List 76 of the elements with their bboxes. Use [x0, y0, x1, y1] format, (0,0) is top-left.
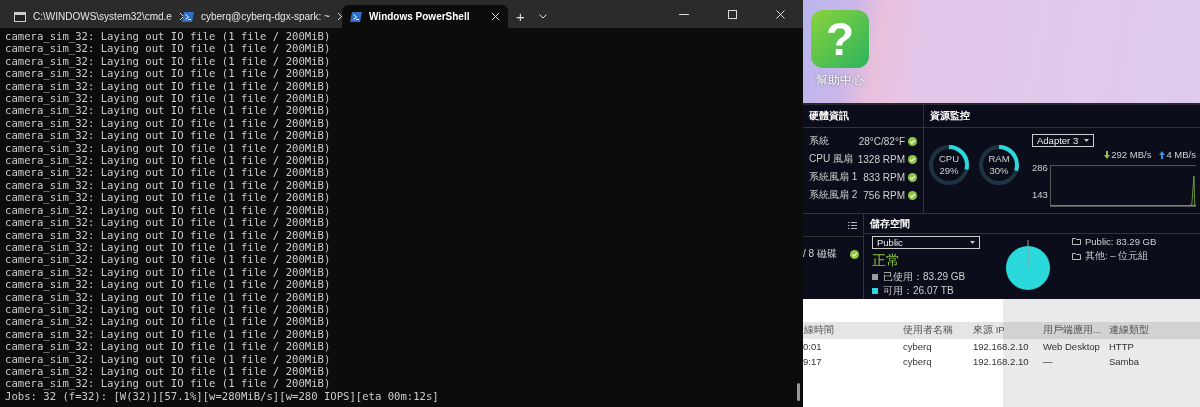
- sensor-value: 833 RPM: [863, 171, 905, 183]
- adapter-dropdown[interactable]: Adapter 3: [1032, 134, 1094, 147]
- new-tab-button[interactable]: +: [510, 4, 531, 28]
- gauge-value: 29%: [939, 165, 959, 177]
- volume-dropdown[interactable]: Public: [872, 236, 980, 249]
- table-cell-text: Web Desktop: [1043, 341, 1101, 352]
- terminal-line: camera_sim_32: Laying out IO file (1 file / 200MiB): [5, 67, 331, 80]
- terminal-line: camera_sim_32: Laying out IO file (1 file / 200MiB): [5, 141, 331, 155]
- terminal-line: camera_sim_32: Laying out IO file (1 file / 200MiB): [5, 54, 331, 68]
- gauge-label: RAM: [988, 153, 1010, 165]
- sensor-name: CPU 風扇: [809, 152, 854, 166]
- terminal-tab[interactable]: Windows PowerShell: [342, 5, 508, 28]
- table-cell-text: Samba: [1109, 356, 1141, 367]
- sensor-value: 1328 RPM: [857, 153, 905, 165]
- card-title: 資源監控: [930, 109, 970, 123]
- sensor-name: 系統風扇 2: [809, 188, 859, 202]
- terminal-tab[interactable]: cyberq@cyberq-dgx-spark: ~: [174, 5, 340, 28]
- terminal-line: camera_sim_32: Laying out IO file (1 file / 200MiB): [5, 216, 331, 229]
- terminal-line: camera_sim_32: Laying out IO file (1 file / 200MiB): [5, 302, 331, 316]
- card-title: 硬體資訊: [809, 109, 849, 123]
- terminal-line: camera_sim_32: Laying out IO file (1 file / 200MiB): [5, 154, 331, 167]
- terminal-line: camera_sim_32: Laying out IO file (1 file / 200MiB): [5, 228, 331, 241]
- sensor-name: 系統: [809, 134, 830, 148]
- sensor-name: 系統風扇 1: [809, 170, 859, 184]
- terminal-line: camera_sim_32: Laying out IO file (1 file / 200MiB): [5, 340, 331, 353]
- terminal-line: camera_sim_32: Laying out IO file (1 file / 200MiB): [5, 42, 331, 55]
- card-title: 儲存空間: [870, 216, 910, 231]
- table-cell-text: cyberq: [903, 341, 933, 352]
- terminal-line: camera_sim_32: Laying out IO file (1 file / 200MiB): [5, 116, 331, 130]
- terminal-line: camera_sim_32: Laying out IO file (1 file / 200MiB): [5, 104, 331, 117]
- legend-label: 已使用：83.29 GB: [883, 271, 966, 283]
- volume-status: 正常: [872, 252, 901, 269]
- terminal-line: camera_sim_32: Laying out IO file (1 file / 200MiB): [5, 327, 331, 341]
- terminal-line: camera_sim_32: Laying out IO file (1 file / 200MiB): [5, 377, 331, 390]
- table-cell-text: HTTP: [1109, 341, 1135, 352]
- axis-label: 143: [1032, 189, 1048, 200]
- column-header[interactable]: 來源 IP: [973, 324, 1043, 337]
- terminal-line: camera_sim_32: Laying out IO file (1 file / 200MiB): [5, 203, 331, 217]
- terminal-line: camera_sim_32: Laying out IO file (1 file / 200MiB): [5, 79, 331, 93]
- gauge-label: CPU: [938, 153, 960, 165]
- terminal-line: camera_sim_32: Laying out IO file (1 file / 200MiB): [5, 278, 331, 291]
- terminal-line: camera_sim_32: Laying out IO file (1 file / 200MiB): [5, 253, 331, 266]
- column-header[interactable]: 使用者名稱: [903, 324, 973, 337]
- legend-label: 可用：26.07 TB: [883, 285, 954, 297]
- axis-label: 286: [1032, 162, 1048, 173]
- terminal-line: camera_sim_32: Laying out IO file (1 file / 200MiB): [5, 364, 331, 378]
- download-rate: 292 MB/s: [1111, 149, 1152, 160]
- table-cell-text: 192.168.2.10: [973, 356, 1030, 367]
- sensor-value: 756 RPM: [863, 189, 905, 201]
- terminal-line: camera_sim_32: Laying out IO file (1 file / 200MiB): [5, 191, 331, 204]
- terminal-line: camera_sim_32: Laying out IO file (1 file / 200MiB): [5, 265, 331, 279]
- terminal-line: camera_sim_32: Laying out IO file (1 file / 200MiB): [5, 92, 331, 105]
- gauge-value: 30%: [989, 165, 1009, 177]
- upload-rate: 4 MB/s: [1166, 149, 1196, 160]
- terminal-line: camera_sim_32: Laying out IO file (1 file / 200MiB): [5, 166, 331, 179]
- terminal-line: camera_sim_32: Laying out IO file (1 file / 200MiB): [5, 178, 331, 192]
- table-cell-text: cyberq: [903, 356, 933, 367]
- table-cell-text: 9:17: [803, 356, 823, 367]
- sensor-value: 28°C/82°F: [858, 135, 905, 147]
- column-header[interactable]: 用戶端應用...: [1043, 324, 1109, 337]
- column-header[interactable]: 連線類型: [1109, 324, 1179, 337]
- disk-count: / 8 磁碟: [803, 247, 837, 261]
- folder-usage: 其他: – 位元組: [1085, 250, 1149, 263]
- table-cell-text: —: [1043, 356, 1054, 367]
- table-cell-text: 192.168.2.10: [973, 341, 1030, 352]
- terminal-line: camera_sim_32: Laying out IO file (1 file / 200MiB): [5, 30, 331, 43]
- table-cell-text: 0:01: [803, 341, 823, 352]
- terminal-line: camera_sim_32: Laying out IO file (1 file / 200MiB): [5, 352, 331, 365]
- folder-usage: Public: 83.29 GB: [1085, 236, 1157, 247]
- column-header[interactable]: 線時間: [804, 324, 903, 337]
- terminal-line: camera_sim_32: Laying out IO file (1 file / 200MiB): [5, 129, 331, 142]
- terminal-line: camera_sim_32: Laying out IO file (1 file / 200MiB): [5, 290, 331, 303]
- app-label: 幫助中心: [815, 72, 864, 89]
- terminal-line: camera_sim_32: Laying out IO file (1 file / 200MiB): [5, 315, 331, 328]
- terminal-line: camera_sim_32: Laying out IO file (1 file / 200MiB): [5, 240, 331, 254]
- terminal-line: Jobs: 32 (f=32): [W(32)][57.1%][w=280MiB/s][w=280 IOPS][eta 00m:12s]: [5, 389, 439, 403]
